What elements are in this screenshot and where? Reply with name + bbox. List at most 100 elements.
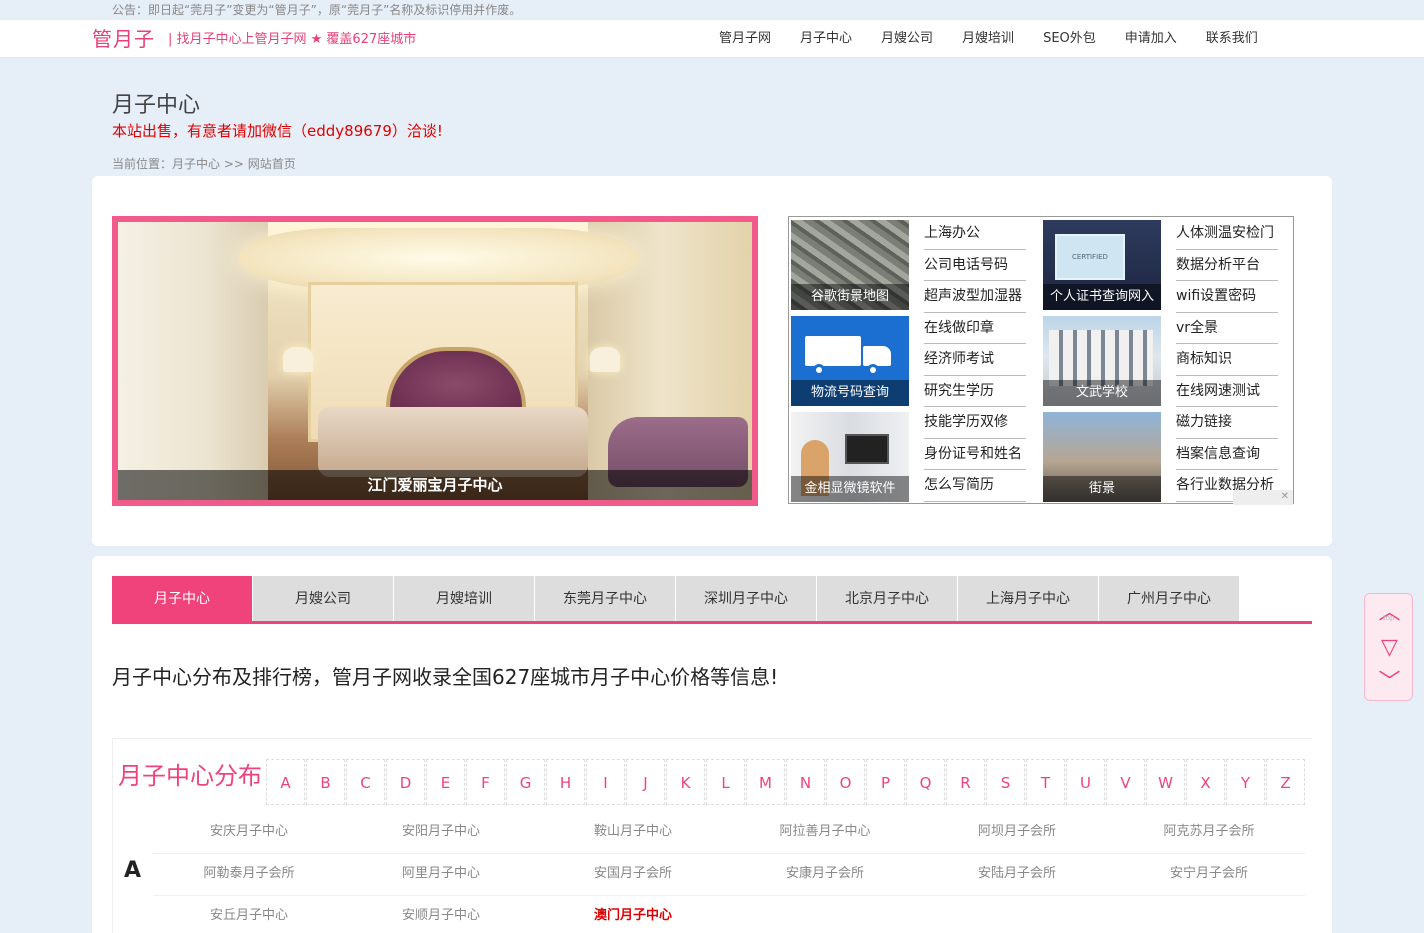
tab-nanny-company[interactable]: 月嫂公司 <box>253 576 393 621</box>
tab-underline <box>112 621 1312 624</box>
grid-link[interactable]: 档案信息查询 <box>1176 439 1278 470</box>
grid-link[interactable]: 数据分析平台 <box>1176 250 1278 281</box>
letter-link[interactable]: E <box>426 759 465 805</box>
city-link[interactable]: 安陆月子会所 <box>921 854 1113 895</box>
tile-certificate[interactable]: CERTIFIED 个人证书查询网入 <box>1043 220 1161 310</box>
grid-link[interactable]: 超声波型加湿器 <box>924 281 1026 313</box>
sale-notice: 本站出售，有意者请加微信（eddy89679）洽谈! <box>112 122 443 140</box>
city-link[interactable]: 阿克苏月子会所 <box>1113 812 1305 853</box>
city-link[interactable]: 安庆月子中心 <box>153 812 345 853</box>
grid-link[interactable]: 人体测温安检门 <box>1176 218 1278 250</box>
grid-link[interactable]: 公司电话号码 <box>924 250 1026 281</box>
tile-street-map[interactable]: 谷歌街景地图 <box>791 220 909 310</box>
tile-logistics[interactable]: 物流号码查询 <box>791 316 909 406</box>
tile-label: 文武学校 <box>1043 380 1161 406</box>
city-link[interactable]: 安丘月子中心 <box>153 896 345 933</box>
nav-contact[interactable]: 联系我们 <box>1193 20 1271 58</box>
nav-home[interactable]: 管月子网 <box>706 20 784 58</box>
wheel-icon <box>813 364 825 376</box>
grid-link[interactable]: 上海办公 <box>924 218 1026 250</box>
tab-confinement-center[interactable]: 月子中心 <box>112 576 252 621</box>
ad-close-icon[interactable]: ✕ <box>1233 490 1293 505</box>
scroll-bottom-icon[interactable]: ﹀ <box>1365 666 1414 700</box>
city-link[interactable]: 安阳月子中心 <box>345 812 537 853</box>
letter-link[interactable]: X <box>1186 759 1225 805</box>
letter-link[interactable]: U <box>1066 759 1105 805</box>
top-label: top <box>1383 614 1395 622</box>
tile-martial-school[interactable]: 文武学校 <box>1043 316 1161 406</box>
city-link[interactable]: 阿里月子中心 <box>345 854 537 895</box>
letter-link[interactable]: S <box>986 759 1025 805</box>
nav-apply[interactable]: 申请加入 <box>1112 20 1190 58</box>
letter-link[interactable]: Q <box>906 759 945 805</box>
letter-link[interactable]: B <box>306 759 345 805</box>
message-icon[interactable]: ▽ <box>1365 631 1414 665</box>
letter-link[interactable]: M <box>746 759 785 805</box>
main-nav: 管月子网 月子中心 月嫂公司 月嫂培训 SEO外包 申请加入 联系我们 <box>706 20 1274 58</box>
letter-link[interactable]: F <box>466 759 505 805</box>
letter-link[interactable]: D <box>386 759 425 805</box>
tab-shanghai[interactable]: 上海月子中心 <box>958 576 1098 621</box>
tab-beijing[interactable]: 北京月子中心 <box>817 576 957 621</box>
city-link[interactable]: 阿勒泰月子会所 <box>153 854 345 895</box>
grid-link[interactable]: 在线网速测试 <box>1176 376 1278 407</box>
site-slogan: | 找月子中心上管月子网 ★ 覆盖627座城市 <box>168 32 417 47</box>
letter-link[interactable]: Z <box>1266 759 1305 805</box>
grid-link[interactable]: 经济师考试 <box>924 344 1026 376</box>
city-link[interactable]: 安国月子会所 <box>537 854 729 895</box>
letter-link[interactable]: Y <box>1226 759 1265 805</box>
grid-link[interactable]: 商标知识 <box>1176 344 1278 376</box>
tab-guangzhou[interactable]: 广州月子中心 <box>1099 576 1239 621</box>
scroll-top-icon[interactable]: ︿ <box>1365 596 1414 630</box>
letter-link[interactable]: V <box>1106 759 1145 805</box>
hero-image <box>118 222 752 500</box>
letter-link[interactable]: L <box>706 759 745 805</box>
tab-dongguan[interactable]: 东莞月子中心 <box>535 576 675 621</box>
hero-ceiling <box>238 228 638 288</box>
letter-link[interactable]: P <box>866 759 905 805</box>
city-link-highlight[interactable]: 澳门月子中心 <box>537 896 729 933</box>
grid-link[interactable]: 在线做印章 <box>924 313 1026 344</box>
letter-link[interactable]: K <box>666 759 705 805</box>
tile-microscope-software[interactable]: 金相显微镜软件 <box>791 412 909 502</box>
letter-link[interactable]: N <box>786 759 825 805</box>
letter-link[interactable]: A <box>266 759 305 805</box>
tile-street-view[interactable]: 街景 <box>1043 412 1161 502</box>
site-logo[interactable]: 管月子 <box>92 26 155 52</box>
city-link[interactable]: 安康月子会所 <box>729 854 921 895</box>
letter-link[interactable]: R <box>946 759 985 805</box>
city-link[interactable]: 阿拉善月子中心 <box>729 812 921 853</box>
hero-banner[interactable]: 江门爱丽宝月子中心 <box>112 216 758 506</box>
city-link[interactable]: 鞍山月子中心 <box>537 812 729 853</box>
grid-link[interactable]: 磁力链接 <box>1176 407 1278 439</box>
nav-nanny-training[interactable]: 月嫂培训 <box>949 20 1027 58</box>
city-link[interactable]: 阿坝月子会所 <box>921 812 1113 853</box>
tab-shenzhen[interactable]: 深圳月子中心 <box>676 576 816 621</box>
grid-link[interactable]: 研究生学历 <box>924 376 1026 407</box>
city-link[interactable]: 安宁月子会所 <box>1113 854 1305 895</box>
letter-link[interactable]: G <box>506 759 545 805</box>
letter-link[interactable]: I <box>586 759 625 805</box>
letter-link[interactable]: J <box>626 759 665 805</box>
letter-link[interactable]: C <box>346 759 385 805</box>
tab-nanny-training[interactable]: 月嫂培训 <box>394 576 534 621</box>
city-row: 安庆月子中心 安阳月子中心 鞍山月子中心 阿拉善月子中心 阿坝月子会所 阿克苏月… <box>153 812 1305 854</box>
letter-link[interactable]: T <box>1026 759 1065 805</box>
letter-link[interactable]: O <box>826 759 865 805</box>
certificate-image: CERTIFIED <box>1055 234 1125 280</box>
city-link[interactable]: 安顺月子中心 <box>345 896 537 933</box>
grid-link[interactable]: 怎么写简历 <box>924 470 1026 502</box>
hero-lamp <box>590 347 620 372</box>
link-column-1: 上海办公 公司电话号码 超声波型加湿器 在线做印章 经济师考试 研究生学历 技能… <box>924 218 1026 502</box>
grid-link[interactable]: 技能学历双修 <box>924 407 1026 439</box>
grid-link[interactable]: vr全景 <box>1176 313 1278 344</box>
grid-link[interactable]: wifi设置密码 <box>1176 281 1278 313</box>
tile-label: 个人证书查询网入 <box>1043 284 1161 310</box>
nav-nanny-company[interactable]: 月嫂公司 <box>868 20 946 58</box>
letter-link[interactable]: W <box>1146 759 1185 805</box>
letter-link[interactable]: H <box>546 759 585 805</box>
nav-confinement-center[interactable]: 月子中心 <box>787 20 865 58</box>
link-column-2: 人体测温安检门 数据分析平台 wifi设置密码 vr全景 商标知识 在线网速测试… <box>1176 218 1278 502</box>
grid-link[interactable]: 身份证号和姓名 <box>924 439 1026 470</box>
nav-seo[interactable]: SEO外包 <box>1030 20 1109 58</box>
